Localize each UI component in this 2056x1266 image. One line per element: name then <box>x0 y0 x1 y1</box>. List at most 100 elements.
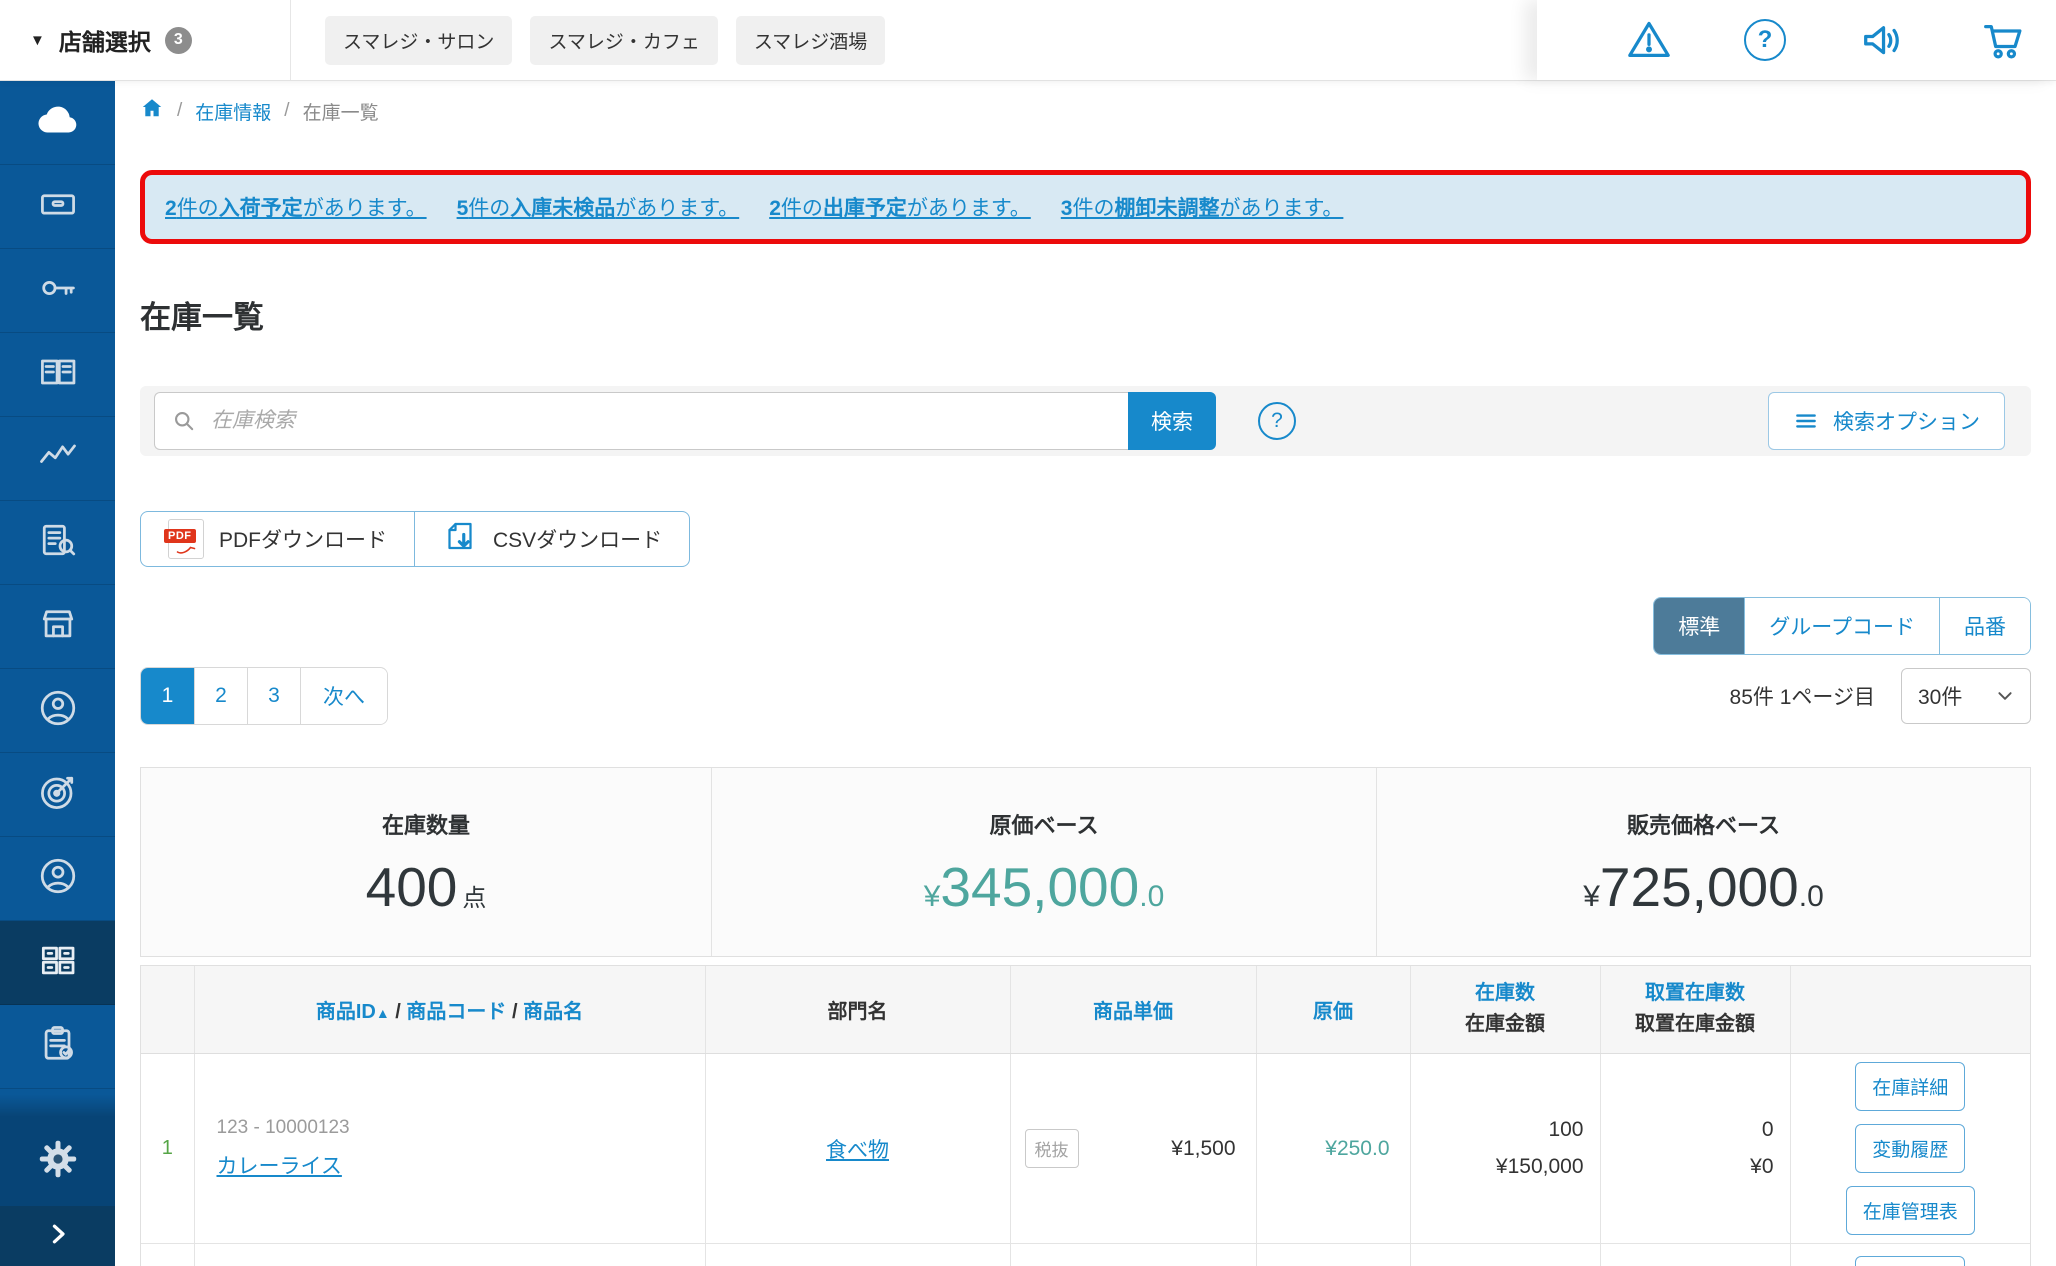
row-number: 1 <box>141 1053 194 1245</box>
breadcrumb-separator: / <box>284 100 290 121</box>
sidebar-item-store[interactable] <box>0 585 115 669</box>
sidebar-item-staff[interactable] <box>0 837 115 921</box>
notice-link-outgoing[interactable]: 2件の出庫予定があります。 <box>769 192 1031 222</box>
store-chip[interactable]: スマレジ・サロン <box>325 15 513 65</box>
sidebar-item-target[interactable] <box>0 753 115 837</box>
store-selector-label: 店舗選択 <box>58 29 151 55</box>
page-button-1[interactable]: 1 <box>141 667 194 724</box>
cost-base-decimal: .0 <box>1139 880 1165 914</box>
notice-count: 2 <box>165 197 177 220</box>
sort-product-id[interactable]: 商品ID▲ <box>316 1001 390 1023</box>
sort-product-code[interactable]: 商品コード <box>406 1001 506 1023</box>
page-button-3[interactable]: 3 <box>247 667 300 724</box>
summary-value: ¥725,000.0 <box>1583 860 1824 915</box>
tab-part-number[interactable]: 品番 <box>1939 597 2030 654</box>
cart-icon[interactable] <box>1978 17 2026 63</box>
stock-detail-button[interactable]: 在庫詳細 <box>1855 1062 1966 1112</box>
sidebar-item-journal[interactable] <box>0 333 115 417</box>
department-cell: 食べ物 <box>704 1053 1010 1245</box>
header-department: 部門名 <box>704 965 1010 1055</box>
tab-standard[interactable]: 標準 <box>1654 597 1745 654</box>
megaphone-icon[interactable] <box>1858 17 1906 63</box>
notice-unit: 件の <box>780 197 823 220</box>
search-help-icon[interactable]: ? <box>1258 401 1296 440</box>
cloud-logo-icon <box>35 97 81 148</box>
header-reserved-amount: 取置在庫金額 <box>1635 1013 1755 1036</box>
sidebar-item-stocktake[interactable] <box>0 1005 115 1089</box>
search-options-button[interactable]: 検索オプション <box>1768 391 2005 450</box>
notice-suffix: があります。 <box>302 197 427 220</box>
cash-drawer-icon <box>36 182 80 231</box>
clipboard-check-icon <box>36 1022 80 1071</box>
page-size-value: 30件 <box>1918 685 1963 709</box>
store-chip[interactable]: スマレジ酒場 <box>735 15 886 65</box>
product-cell: 123 - 10000123 カレーライス <box>193 1053 705 1245</box>
change-history-button[interactable]: 変動履歴 <box>1855 1124 1966 1174</box>
header-stock-amount: 在庫金額 <box>1465 1013 1545 1036</box>
inventory-summary: 在庫数量 400 点 原価ベース ¥345,000.0 販売価格ベース ¥725,… <box>140 766 2031 957</box>
breadcrumb-link-section[interactable]: 在庫情報 <box>195 98 271 125</box>
sidebar-item-inventory[interactable] <box>0 921 115 1005</box>
header-separator: / <box>395 1000 401 1023</box>
store-selector[interactable]: ▼ 店舗選択 3 <box>0 0 291 80</box>
sidebar-nav <box>0 81 115 1266</box>
key-icon <box>36 266 80 315</box>
unit-price-value: ¥1,500 <box>1171 1136 1236 1160</box>
department-cell <box>704 1243 1010 1266</box>
sort-reserved-qty[interactable]: 取置在庫数 <box>1645 982 1745 1004</box>
product-name-link[interactable]: カレーライス <box>217 1155 342 1178</box>
reserved-amount-value: ¥0 <box>1750 1154 1774 1178</box>
header-separator: / <box>511 1000 518 1023</box>
page-button-2[interactable]: 2 <box>194 667 247 724</box>
stock-detail-button[interactable]: 在庫詳細 <box>1855 1256 1966 1266</box>
tab-group-code[interactable]: グループコード <box>1744 597 1939 654</box>
next-page-button[interactable]: 次へ <box>300 667 387 724</box>
notice-unit: 件の <box>468 197 511 220</box>
page-size-select[interactable]: 30件 <box>1901 667 2031 724</box>
sidebar-item-report[interactable] <box>0 501 115 585</box>
stock-qty-value: 100 <box>1548 1117 1584 1141</box>
sort-product-name[interactable]: 商品名 <box>523 1001 583 1023</box>
notice-link-stocktake[interactable]: 3件の棚卸未調整があります。 <box>1061 192 1344 222</box>
notice-suffix: があります。 <box>615 197 740 220</box>
result-count-text: 85件 1ページ目 <box>1729 685 1875 709</box>
notice-link-incoming[interactable]: 2件の入荷予定があります。 <box>165 192 427 222</box>
csv-download-icon <box>442 518 478 560</box>
pagination: 1 2 3 次へ <box>140 666 388 725</box>
cost-cell <box>1255 1243 1410 1266</box>
sidebar-item-key[interactable] <box>0 249 115 333</box>
pdf-download-button[interactable]: PDF PDFダウンロード <box>141 512 414 566</box>
help-icon[interactable]: ? <box>1744 19 1786 61</box>
pdf-file-icon: PDF <box>164 518 204 559</box>
sort-cost[interactable]: 原価 <box>1313 1001 1353 1023</box>
sort-asc-icon: ▲ <box>375 1004 390 1021</box>
csv-download-button[interactable]: CSVダウンロード <box>414 511 689 566</box>
stock-ledger-button[interactable]: 在庫管理表 <box>1845 1186 1975 1236</box>
product-cell <box>193 1243 705 1266</box>
search-input[interactable] <box>154 391 1128 450</box>
notification-banner: 2件の入荷予定があります。 5件の入庫未検品があります。 2件の出庫予定がありま… <box>140 170 2031 244</box>
sidebar-item-analytics[interactable] <box>0 417 115 501</box>
trend-line-icon <box>36 434 80 483</box>
cost-base-value: 345,000 <box>940 856 1140 919</box>
department-link[interactable]: 食べ物 <box>826 1139 889 1162</box>
sort-unit-price[interactable]: 商品単価 <box>1093 1001 1173 1023</box>
chevron-down-icon <box>1998 691 2012 700</box>
table-row: 1 123 - 10000123 カレーライス 食べ物 税抜 ¥1,500 ¥2… <box>141 1053 2030 1245</box>
header-row-number <box>141 965 194 1055</box>
sort-stock-qty[interactable]: 在庫数 <box>1475 982 1535 1004</box>
sidebar-item-register[interactable] <box>0 165 115 249</box>
notice-link-uninspected[interactable]: 5件の入庫未検品があります。 <box>457 192 740 222</box>
sidebar-expand-toggle[interactable] <box>0 1206 115 1266</box>
view-mode-tabs: 標準 グループコード 品番 <box>1653 596 2031 655</box>
warning-icon[interactable] <box>1626 17 1672 63</box>
summary-label: 在庫数量 <box>381 813 470 839</box>
sidebar-item-customers[interactable] <box>0 669 115 753</box>
home-icon[interactable] <box>140 96 164 126</box>
sidebar-item-logo[interactable] <box>0 81 115 165</box>
sidebar-item-settings[interactable] <box>0 1116 115 1206</box>
store-chip[interactable]: スマレジ・カフェ <box>530 15 718 65</box>
header-cost: 原価 <box>1255 965 1410 1055</box>
search-button[interactable]: 検索 <box>1128 391 1216 450</box>
summary-value: 400 点 <box>366 860 487 915</box>
